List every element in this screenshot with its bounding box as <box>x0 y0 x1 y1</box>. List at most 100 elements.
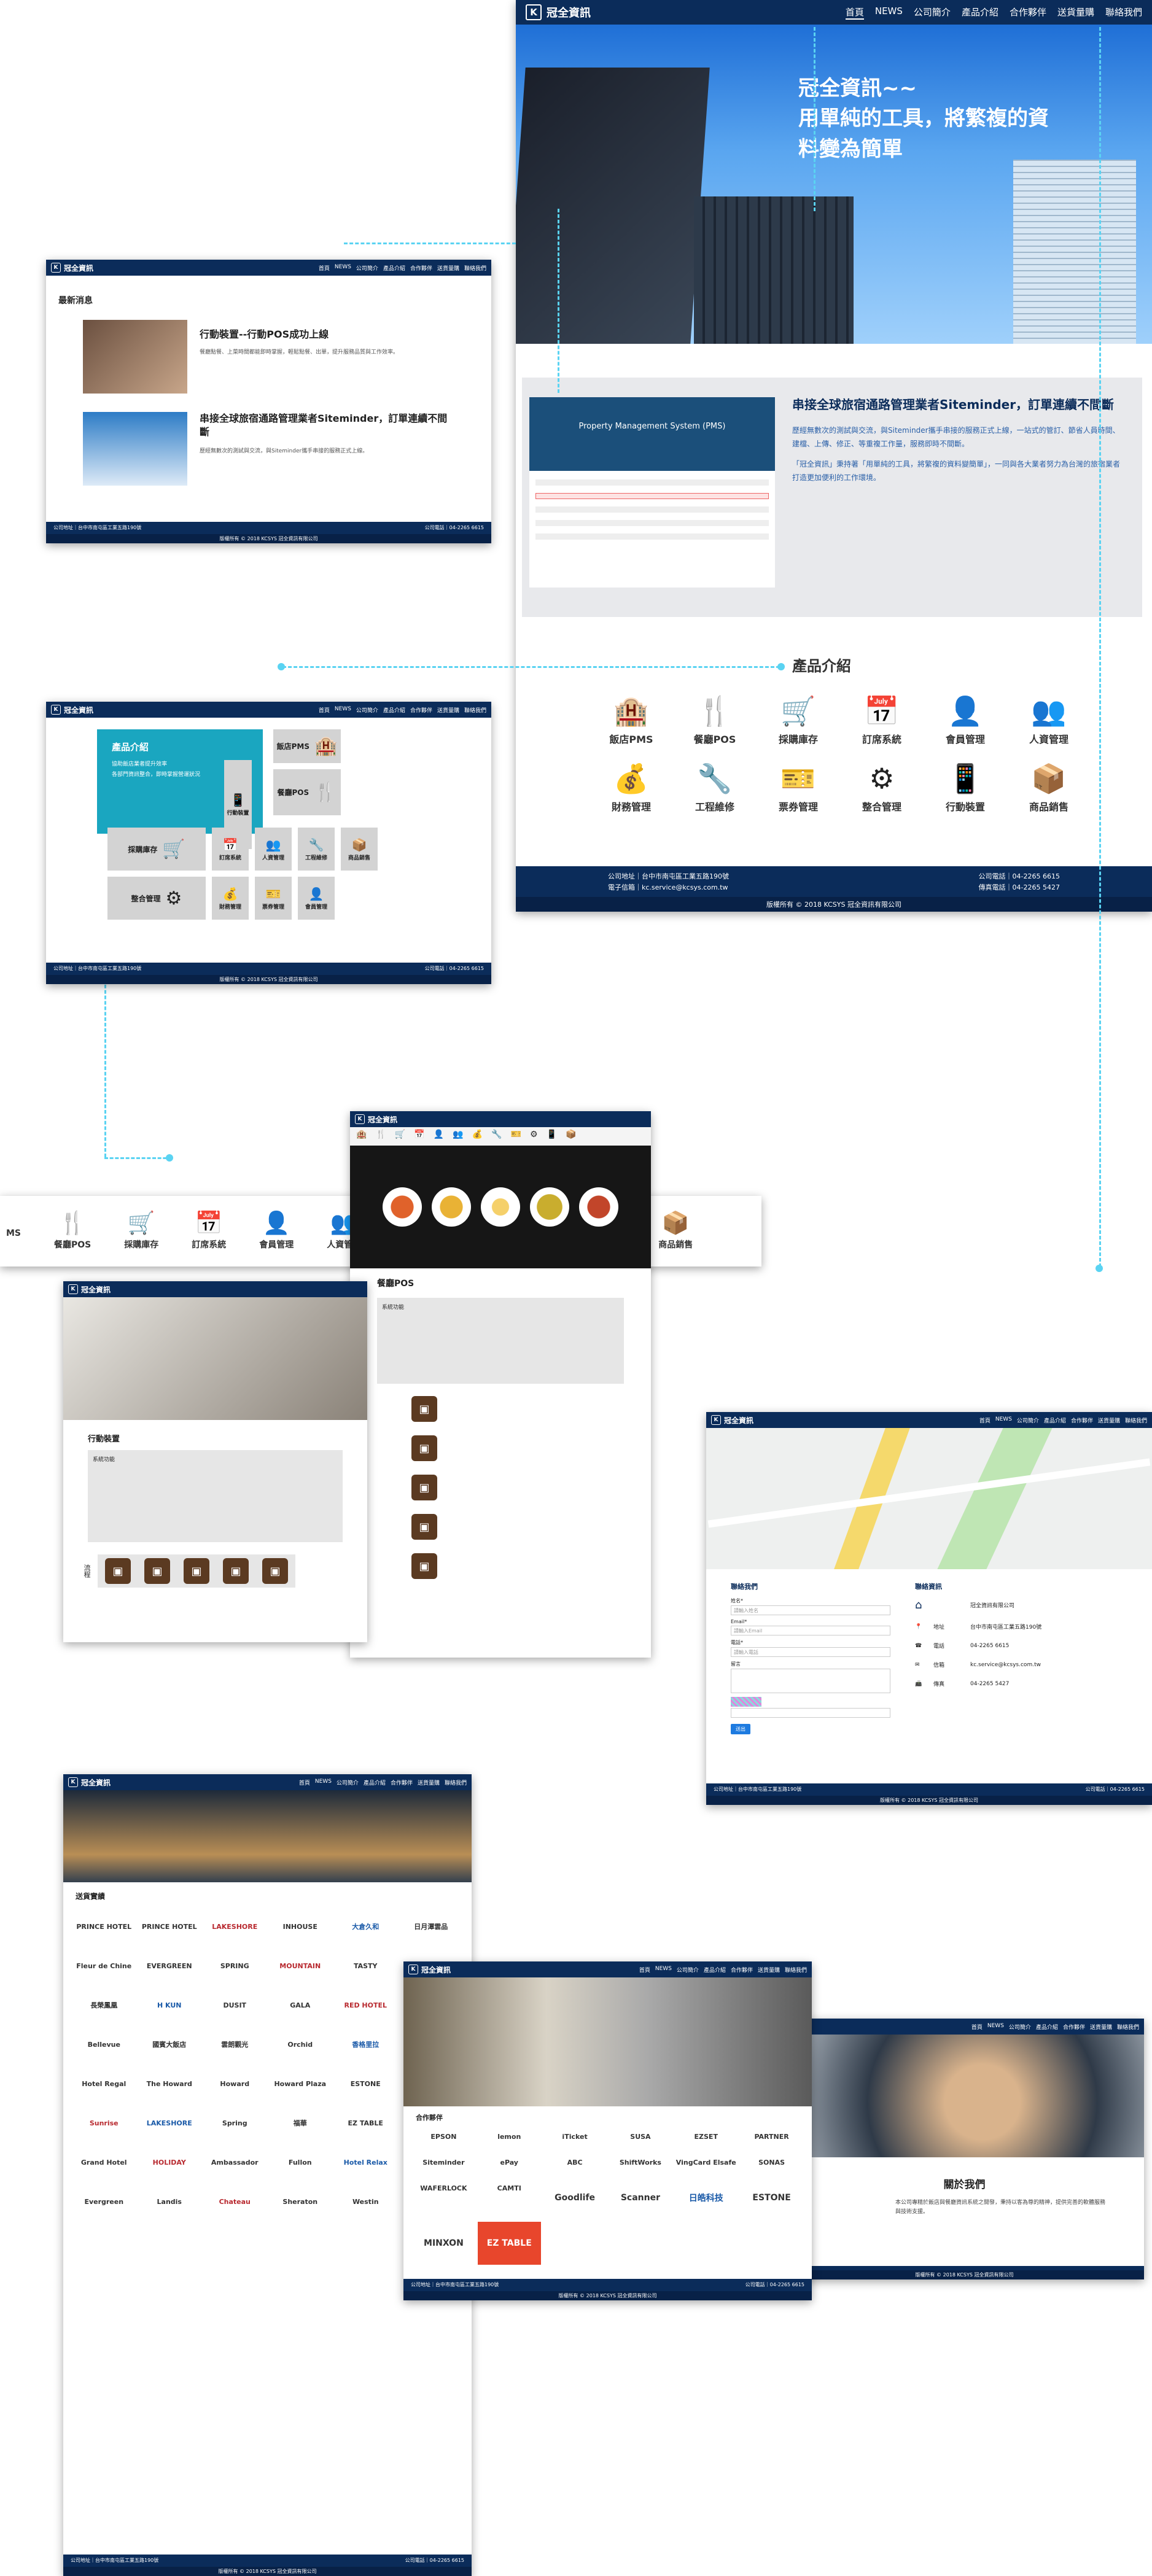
mobile-icon[interactable]: 📱 <box>547 1130 557 1143</box>
wrench-icon[interactable]: 🔧 <box>491 1130 502 1143</box>
strip-item[interactable]: 📦 商品銷售 <box>658 1212 693 1251</box>
product-item[interactable]: 🏨 飯店PMS <box>590 697 673 746</box>
nav-item[interactable]: 送貨量購 <box>437 264 459 272</box>
news-item-title[interactable]: 串接全球旅宿通路管理業者Siteminder，訂單連續不間斷 <box>200 412 454 440</box>
nav-item[interactable]: NEWS <box>335 264 351 272</box>
nav-item[interactable]: 聯絡我們 <box>785 1966 807 1974</box>
nav-item[interactable]: 送貨量購 <box>418 1779 440 1787</box>
strip-item[interactable]: 🍴 餐廳POS <box>54 1212 91 1251</box>
money-hand-icon[interactable]: 💰 <box>472 1130 483 1143</box>
nav-item[interactable]: 合作夥伴 <box>1063 2023 1085 2031</box>
nav-item[interactable]: NEWS <box>315 1779 332 1787</box>
captcha-field[interactable] <box>731 1708 890 1718</box>
nav-item[interactable]: 首頁 <box>979 1416 990 1424</box>
nav-item[interactable]: 公司簡介 <box>1017 1416 1039 1424</box>
nav-item[interactable]: 產品介紹 <box>1036 2023 1058 2031</box>
nav-item[interactable]: 公司簡介 <box>1009 2023 1031 2031</box>
users-icon[interactable]: 👥 <box>453 1130 463 1143</box>
nav-item[interactable]: 聯絡我們 <box>1105 6 1142 20</box>
strip-item[interactable]: 📅 訂席系統 <box>192 1212 226 1251</box>
product-tile[interactable]: 👥 人資管理 <box>255 828 292 871</box>
nav-item[interactable]: 產品介紹 <box>1044 1416 1066 1424</box>
nav-item[interactable]: 聯絡我們 <box>464 264 486 272</box>
nav-item[interactable]: 首頁 <box>299 1779 310 1787</box>
product-item[interactable]: 📱 行動裝置 <box>924 764 1007 813</box>
utensils-icon[interactable]: 🍴 <box>375 1130 386 1143</box>
nav-item[interactable]: 合作夥伴 <box>1071 1416 1093 1424</box>
news-item[interactable]: 串接全球旅宿通路管理業者Siteminder，訂單連續不間斷 歷經無數次的測試與交… <box>46 400 491 498</box>
product-item[interactable]: 🛒 採購庫存 <box>757 697 840 746</box>
nav-item[interactable]: 首頁 <box>319 264 330 272</box>
nav-item[interactable]: 合作夥伴 <box>410 264 432 272</box>
product-item[interactable]: 📦 商品銷售 <box>1007 764 1091 813</box>
nav-item[interactable]: 產品介紹 <box>704 1966 726 1974</box>
nav-item[interactable]: 產品介紹 <box>364 1779 386 1787</box>
name-field[interactable]: 請輸入姓名 <box>731 1605 890 1615</box>
nav-item[interactable]: 聯絡我們 <box>1125 1416 1147 1424</box>
email-value[interactable]: kc.service@kcsys.com.tw <box>970 1662 1127 1668</box>
ticket-icon[interactable]: 🎫 <box>511 1130 521 1143</box>
strip-item[interactable]: MS <box>6 1225 21 1238</box>
cart-icon[interactable]: 🛒 <box>395 1130 405 1143</box>
nav-item[interactable]: 聯絡我們 <box>1117 2023 1139 2031</box>
dolly-icon[interactable]: 📦 <box>566 1130 576 1143</box>
nav-item[interactable]: 合作夥伴 <box>1010 6 1046 20</box>
nav-item[interactable]: 產品介紹 <box>383 706 405 714</box>
nav-item[interactable]: 送貨量購 <box>1098 1416 1120 1424</box>
nav-item[interactable]: NEWS <box>335 706 351 714</box>
product-item[interactable]: 🍴 餐廳POS <box>673 697 757 746</box>
nav-item[interactable]: NEWS <box>875 6 903 20</box>
nav-item[interactable]: NEWS <box>987 2023 1004 2031</box>
submit-button[interactable]: 送出 <box>731 1724 750 1734</box>
nav-item[interactable]: 產品介紹 <box>383 264 405 272</box>
phone-field[interactable]: 請輸入電話 <box>731 1647 890 1657</box>
nav-item[interactable]: 合作夥伴 <box>410 706 432 714</box>
message-field[interactable] <box>731 1669 890 1693</box>
nav-item[interactable]: 送貨量購 <box>758 1966 780 1974</box>
map[interactable] <box>706 1428 1152 1569</box>
strip-item[interactable]: 👤 會員管理 <box>259 1212 294 1251</box>
product-tile[interactable]: 飯店PMS 🏨 <box>273 729 341 763</box>
product-item[interactable]: ⚙ 整合管理 <box>840 764 924 813</box>
product-tile[interactable]: 💰 財務管理 <box>212 877 249 920</box>
product-tile[interactable]: 📦 商品銷售 <box>341 828 378 871</box>
product-tile[interactable]: 📅 訂席系統 <box>212 828 249 871</box>
product-tile[interactable]: 🎫 票券管理 <box>255 877 292 920</box>
nav-item[interactable]: 送貨量購 <box>1057 6 1094 20</box>
product-item[interactable]: 📅 訂席系統 <box>840 697 924 746</box>
nav-item[interactable]: 首頁 <box>639 1966 650 1974</box>
gears-icon[interactable]: ⚙ <box>530 1130 538 1143</box>
nav-item[interactable]: 公司簡介 <box>677 1966 699 1974</box>
nav-item[interactable]: 合作夥伴 <box>731 1966 753 1974</box>
product-tile[interactable]: 👤 會員管理 <box>298 877 335 920</box>
product-tile[interactable]: 🔧 工程維修 <box>298 828 335 871</box>
product-tile[interactable]: 餐廳POS 🍴 <box>273 769 341 815</box>
product-tile[interactable]: 採購庫存 🛒 <box>107 828 206 871</box>
product-item[interactable]: 🔧 工程維修 <box>673 764 757 813</box>
nav-item[interactable]: 公司簡介 <box>914 6 951 20</box>
nav-item[interactable]: NEWS <box>655 1966 672 1974</box>
nav-item[interactable]: 合作夥伴 <box>391 1779 413 1787</box>
nav-item[interactable]: 產品介紹 <box>962 6 998 20</box>
hotel-icon[interactable]: 🏨 <box>356 1130 367 1143</box>
nav-item[interactable]: 公司簡介 <box>356 706 378 714</box>
news-item[interactable]: 行動裝置--行動POS成功上線 餐廳點餐、上菜時間都能即時掌握，輕鬆點餐、出單，提… <box>46 314 491 400</box>
nav-item[interactable]: 首頁 <box>319 706 330 714</box>
product-tile[interactable]: 整合管理 ⚙ <box>107 877 206 920</box>
user-icon[interactable]: 👤 <box>434 1130 444 1143</box>
nav-item[interactable]: 公司簡介 <box>356 264 378 272</box>
product-item[interactable]: 👤 會員管理 <box>924 697 1007 746</box>
product-item[interactable]: 🎫 票券管理 <box>757 764 840 813</box>
nav-item[interactable]: 公司簡介 <box>337 1779 359 1787</box>
nav-item[interactable]: 送貨量購 <box>437 706 459 714</box>
nav-item[interactable]: 首頁 <box>971 2023 983 2031</box>
nav-item[interactable]: NEWS <box>995 1416 1012 1424</box>
product-item[interactable]: 👥 人資管理 <box>1007 697 1091 746</box>
strip-item[interactable]: 🛒 採購庫存 <box>124 1212 158 1251</box>
calendar-icon[interactable]: 📅 <box>414 1130 424 1143</box>
nav-item[interactable]: 聯絡我們 <box>464 706 486 714</box>
news-item-title[interactable]: 行動裝置--行動POS成功上線 <box>200 326 399 341</box>
product-item[interactable]: 💰 財務管理 <box>590 764 673 813</box>
nav-item[interactable]: 聯絡我們 <box>445 1779 467 1787</box>
nav-item[interactable]: 送貨量購 <box>1090 2023 1112 2031</box>
